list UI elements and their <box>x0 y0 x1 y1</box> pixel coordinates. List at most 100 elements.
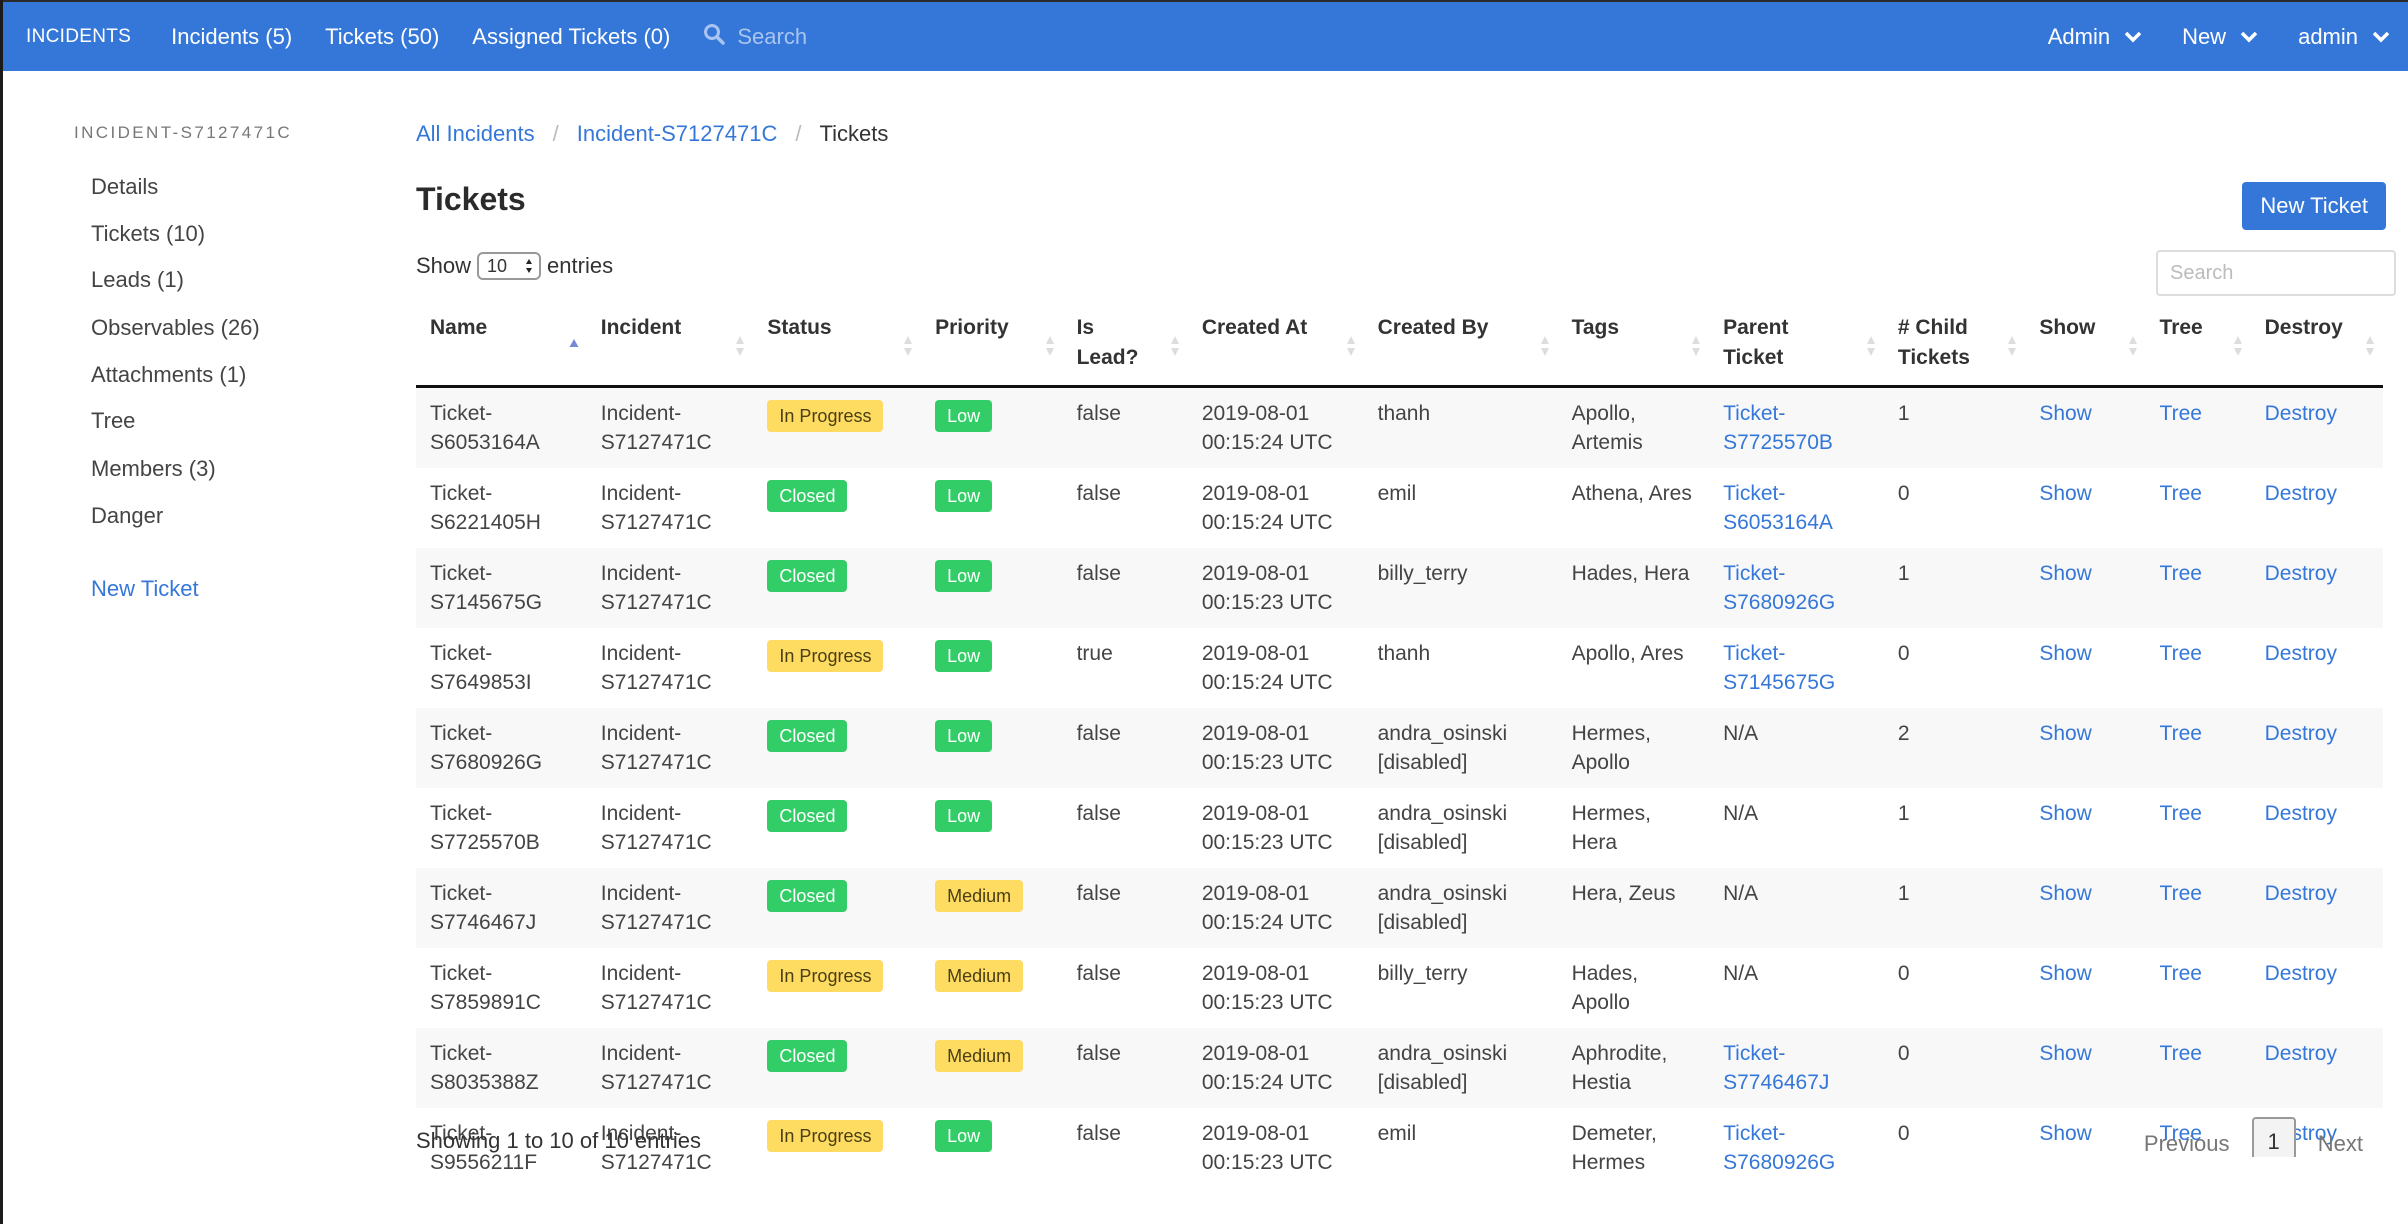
destroy-link[interactable]: Destroy <box>2265 482 2337 505</box>
destroy-link[interactable]: Destroy <box>2265 962 2337 985</box>
column-header-tags[interactable]: Tags <box>1557 303 1710 388</box>
tags-value: Aphrodite, Hestia <box>1571 1042 1668 1094</box>
created-at-value: 2019-08-01 00:15:24 UTC <box>1201 882 1333 934</box>
search-icon <box>703 23 726 51</box>
user-menu-dropdown[interactable]: admin <box>2298 24 2390 50</box>
parent-ticket-link[interactable]: Ticket- S7145675G <box>1723 642 1835 694</box>
show-link[interactable]: Show <box>2039 402 2092 425</box>
tree-link[interactable]: Tree <box>2160 642 2202 665</box>
tree-link[interactable]: Tree <box>2160 482 2202 505</box>
parent-ticket-link[interactable]: Ticket- S7680926G <box>1723 1122 1835 1174</box>
show-link[interactable]: Show <box>2039 1042 2092 1065</box>
destroy-link[interactable]: Destroy <box>2265 882 2337 905</box>
parent-ticket-link[interactable]: Ticket- S7746467J <box>1723 1042 1829 1094</box>
table-search-input[interactable] <box>2156 250 2396 296</box>
sort-icon <box>1540 336 1549 356</box>
page-length-select[interactable]: 10 <box>477 252 542 280</box>
cell-name: Ticket- S6053164A <box>416 387 587 469</box>
nav-search-input[interactable] <box>737 23 1038 50</box>
parent-ticket-link[interactable]: Ticket- S7680926G <box>1723 562 1835 614</box>
brand-logo[interactable]: INCIDENTS <box>26 26 131 48</box>
breadcrumb-all-incidents[interactable]: All Incidents <box>416 121 535 147</box>
pagination-page-1[interactable]: 1 <box>2251 1117 2296 1157</box>
pagination-previous[interactable]: Previous <box>2144 1131 2230 1157</box>
nav-link-tickets[interactable]: Tickets (50) <box>325 24 439 50</box>
destroy-link[interactable]: Destroy <box>2265 802 2337 825</box>
column-header-destroy[interactable]: Destroy <box>2250 303 2383 388</box>
column-header-priority[interactable]: Priority <box>921 303 1063 388</box>
show-link[interactable]: Show <box>2039 562 2092 585</box>
show-link[interactable]: Show <box>2039 482 2092 505</box>
incident-name: Incident- S7127471C <box>600 882 712 934</box>
show-link[interactable]: Show <box>2039 722 2092 745</box>
destroy-link[interactable]: Destroy <box>2265 722 2337 745</box>
sidebar-item-danger[interactable]: Danger <box>91 503 163 529</box>
tree-link[interactable]: Tree <box>2160 722 2202 745</box>
sidebar-item-tree[interactable]: Tree <box>91 408 135 434</box>
admin-menu-dropdown[interactable]: Admin <box>2048 24 2142 50</box>
created-at-value: 2019-08-01 00:15:24 UTC <box>1201 402 1333 454</box>
cell-child-tickets: 0 <box>1884 1108 2025 1188</box>
destroy-link[interactable]: Destroy <box>2265 402 2337 425</box>
cell-child-tickets: 1 <box>1884 868 2025 948</box>
child-tickets-count: 1 <box>1897 402 1910 425</box>
nav-link-incidents[interactable]: Incidents (5) <box>171 24 292 50</box>
table-body: Ticket- S6053164A Incident- S7127471C In Pro… <box>416 386 2383 1189</box>
column-header-name[interactable]: Name <box>416 303 587 388</box>
sidebar-item-members[interactable]: Members (3) <box>91 456 216 482</box>
destroy-link[interactable]: Destroy <box>2265 642 2337 665</box>
is-lead-value: false <box>1076 562 1121 585</box>
sidebar-item-attachments[interactable]: Attachments (1) <box>91 362 246 388</box>
tree-link[interactable]: Tree <box>2160 962 2202 985</box>
column-header-created-by[interactable]: Created By <box>1363 303 1558 388</box>
cell-tags: Aphrodite, Hestia <box>1558 1028 1710 1108</box>
status-badge: In Progress <box>767 400 884 432</box>
column-header-parent[interactable]: Parent Ticket <box>1709 303 1884 388</box>
nav-link-assigned-tickets[interactable]: Assigned Tickets (0) <box>472 24 670 50</box>
is-lead-value: false <box>1076 1122 1121 1145</box>
show-link[interactable]: Show <box>2039 1122 2092 1145</box>
show-link[interactable]: Show <box>2039 882 2092 905</box>
column-header-label: Destroy <box>2264 316 2343 339</box>
show-link[interactable]: Show <box>2039 642 2092 665</box>
tree-link[interactable]: Tree <box>2160 802 2202 825</box>
tree-link[interactable]: Tree <box>2160 882 2202 905</box>
column-header-incident[interactable]: Incident <box>586 303 754 388</box>
created-by-value: billy_terry <box>1377 962 1468 985</box>
child-tickets-count: 0 <box>1897 962 1910 985</box>
sidebar-item-details[interactable]: Details <box>91 174 158 200</box>
column-header-is-lead[interactable]: Is Lead? <box>1062 303 1188 388</box>
cell-name: Ticket- S6221405H <box>416 468 587 548</box>
destroy-link[interactable]: Destroy <box>2265 1042 2337 1065</box>
parent-ticket-link[interactable]: Ticket- S6053164A <box>1723 482 1833 534</box>
sidebar-item-tickets[interactable]: Tickets (10) <box>91 221 205 247</box>
sort-icon <box>1346 336 1355 356</box>
cell-incident: Incident- S7127471C <box>587 708 754 788</box>
cell-destroy: Destroy <box>2251 948 2383 1028</box>
table-row: Ticket- S7746467J Incident- S7127471C Closed… <box>416 868 2383 948</box>
sort-icon <box>2233 336 2242 356</box>
tree-link[interactable]: Tree <box>2160 402 2202 425</box>
cell-status: In Progress <box>753 628 921 708</box>
column-header-children[interactable]: # Child Tickets <box>1883 303 2026 388</box>
sidebar-item-leads[interactable]: Leads (1) <box>91 267 184 293</box>
new-ticket-button[interactable]: New Ticket <box>2242 182 2386 230</box>
column-header-created-at[interactable]: Created At <box>1187 303 1364 388</box>
destroy-link[interactable]: Destroy <box>2265 562 2337 585</box>
tree-link[interactable]: Tree <box>2160 1042 2202 1065</box>
parent-ticket-link[interactable]: Ticket- S7725570B <box>1723 402 1833 454</box>
column-header-tree[interactable]: Tree <box>2145 303 2251 388</box>
sidebar-new-ticket-link[interactable]: New Ticket <box>91 576 199 602</box>
cell-is-lead: false <box>1063 708 1188 788</box>
status-badge: Closed <box>767 1040 848 1072</box>
breadcrumb-incident[interactable]: Incident-S7127471C <box>577 121 778 147</box>
show-link[interactable]: Show <box>2039 802 2092 825</box>
column-header-show[interactable]: Show <box>2025 303 2146 388</box>
sidebar-item-observables[interactable]: Observables (26) <box>91 315 260 341</box>
cell-destroy: Destroy <box>2251 788 2383 868</box>
tree-link[interactable]: Tree <box>2160 562 2202 585</box>
new-menu-dropdown[interactable]: New <box>2182 24 2258 50</box>
show-link[interactable]: Show <box>2039 962 2092 985</box>
pagination-next[interactable]: Next <box>2318 1131 2363 1157</box>
column-header-status[interactable]: Status <box>753 303 922 388</box>
